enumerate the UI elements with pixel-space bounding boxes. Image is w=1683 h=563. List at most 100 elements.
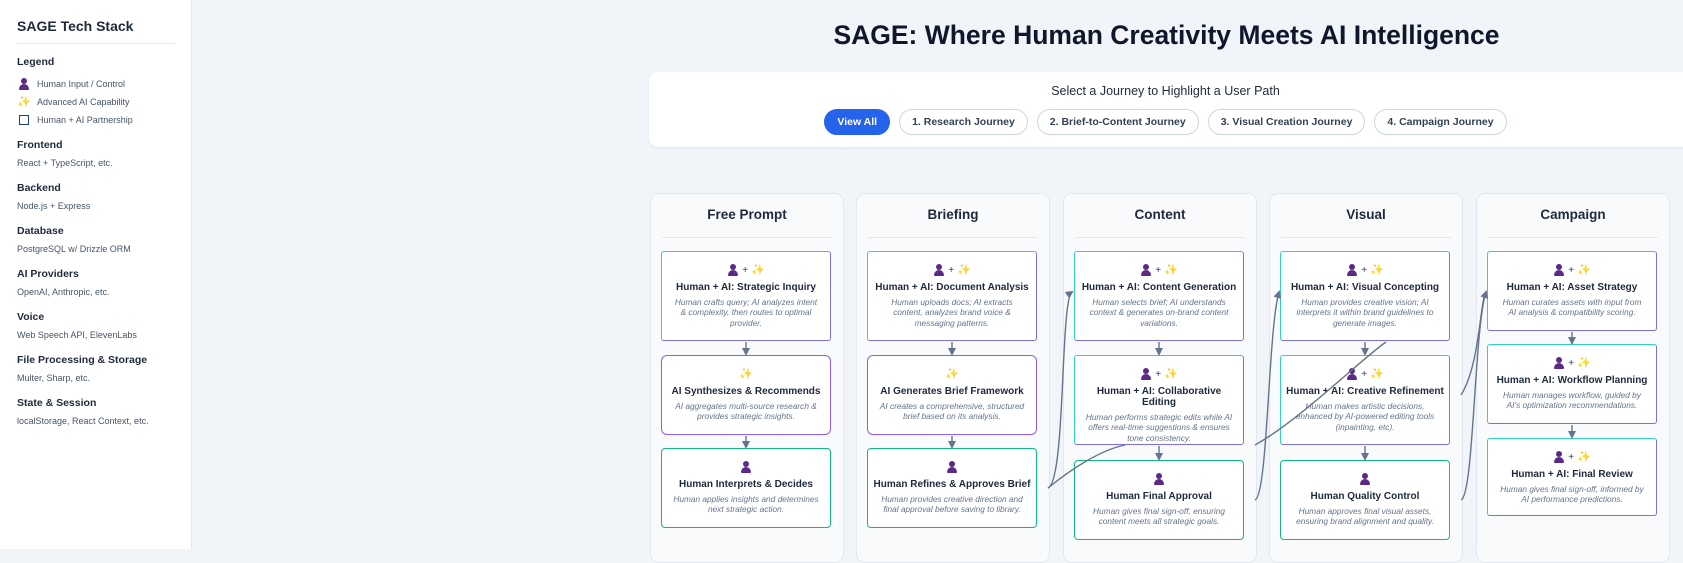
human-icon — [740, 461, 752, 473]
plus-icon: + — [1361, 264, 1368, 276]
human-icon — [727, 264, 739, 276]
section-value-file-processing: Multer, Sharp, etc. — [17, 373, 91, 383]
workflow-card[interactable]: Human Refines & Approves Brief Human prov… — [867, 448, 1037, 528]
sparkle-icon: ✨ — [1577, 356, 1591, 369]
card-description: AI aggregates multi-source research & pr… — [675, 401, 817, 422]
visual-creation-journey-button[interactable]: 3. Visual Creation Journey — [1207, 109, 1366, 135]
human-icon — [1346, 368, 1358, 380]
sparkle-icon: ✨ — [1370, 367, 1384, 380]
sidebar: SAGE Tech Stack Legend Human Input / Con… — [0, 0, 192, 549]
sparkle-icon: ✨ — [1370, 263, 1384, 276]
card-icons — [1281, 472, 1449, 486]
card-description: Human performs strategic edits while AI … — [1085, 412, 1233, 443]
legend-label: Advanced AI Capability — [37, 97, 130, 107]
workflow-card[interactable]: + ✨ Human + AI: Collaborative Editing Human… — [1074, 355, 1244, 445]
card-icons: + ✨ — [1488, 356, 1656, 370]
card-title: Human + AI: Content Generation — [1081, 282, 1237, 293]
column-divider — [1075, 237, 1245, 238]
section-value-database: PostgreSQL w/ Drizzle ORM — [17, 244, 131, 254]
card-description: Human gives final sign-off, ensuring con… — [1093, 506, 1225, 527]
workflow-card[interactable]: + ✨ Human + AI: Final Review Human gives fi… — [1487, 438, 1657, 516]
section-value-state-session: localStorage, React Context, etc. — [17, 416, 149, 426]
column-divider — [868, 237, 1038, 238]
card-title: Human + AI: Asset Strategy — [1506, 282, 1638, 293]
card-icons: + ✨ — [1075, 367, 1243, 381]
human-icon — [1346, 264, 1358, 276]
workflow-card[interactable]: Human Quality Control Human approves fina… — [1280, 460, 1450, 540]
page-title: SAGE: Where Human Creativity Meets AI In… — [833, 20, 1500, 50]
brief-to-content-journey-button[interactable]: 2. Brief-to-Content Journey — [1036, 109, 1199, 135]
column-title: Visual — [1346, 207, 1386, 222]
workflow-card[interactable]: + ✨ Human + AI: Creative Refinement Human m… — [1280, 355, 1450, 445]
journey-selector: Select a Journey to Highlight a User Pat… — [649, 72, 1683, 147]
card-icons: + ✨ — [1075, 263, 1243, 277]
partnership-box-icon — [19, 115, 29, 125]
human-icon — [933, 264, 945, 276]
section-value-backend: Node.js + Express — [17, 201, 91, 211]
column-title: Free Prompt — [707, 207, 787, 222]
card-description: Human makes artistic decisions, enhanced… — [1295, 401, 1435, 432]
human-icon — [1153, 473, 1165, 485]
workflow-card[interactable]: ✨ AI Generates Brief Framework AI creates … — [867, 355, 1037, 435]
sparkle-icon: ✨ — [739, 367, 753, 380]
card-icons: + ✨ — [1281, 367, 1449, 381]
sparkle-icon: ✨ — [1577, 263, 1591, 276]
card-title: Human + AI: Final Review — [1511, 469, 1633, 480]
human-icon — [1140, 368, 1152, 380]
card-title: Human Quality Control — [1310, 491, 1420, 502]
sparkle-icon: ✨ — [17, 95, 31, 108]
sparkle-icon: ✨ — [1164, 263, 1178, 276]
section-value-frontend: React + TypeScript, etc. — [17, 158, 113, 168]
human-icon — [1359, 473, 1371, 485]
plus-icon: + — [1568, 264, 1575, 276]
card-title: AI Synthesizes & Recommends — [671, 386, 821, 397]
column-divider — [662, 237, 832, 238]
workflow-card[interactable]: + ✨ Human + AI: Document Analysis Human upl… — [867, 251, 1037, 341]
card-description: Human curates assets with input from AI … — [1502, 297, 1642, 318]
sparkle-icon: ✨ — [1577, 450, 1591, 463]
journey-label: Select a Journey to Highlight a User Pat… — [1051, 84, 1280, 98]
card-icons: + ✨ — [1488, 450, 1656, 464]
human-icon — [946, 461, 958, 473]
column-divider — [1488, 237, 1658, 238]
workflow-card[interactable]: + ✨ Human + AI: Content Generation Human se… — [1074, 251, 1244, 341]
card-description: Human manages workflow, guided by AI's o… — [1503, 390, 1641, 411]
plus-icon: + — [1568, 451, 1575, 463]
card-title: Human + AI: Workflow Planning — [1496, 375, 1648, 386]
column-divider — [1281, 237, 1451, 238]
legend-item-ai: ✨ Advanced AI Capability — [17, 93, 175, 111]
card-icons: + ✨ — [1281, 263, 1449, 277]
card-description: Human crafts query; AI analyzes intent &… — [674, 297, 818, 328]
workflow-card[interactable]: + ✨ Human + AI: Workflow Planning Human man… — [1487, 344, 1657, 424]
card-description: Human approves final visual assets, ensu… — [1296, 506, 1434, 527]
card-icons — [1075, 472, 1243, 486]
workflow-card[interactable]: + ✨ Human + AI: Visual Concepting Human pro… — [1280, 251, 1450, 341]
card-title: Human + AI: Creative Refinement — [1286, 386, 1444, 397]
workflow-card[interactable]: Human Interprets & Decides Human applies … — [661, 448, 831, 528]
plus-icon: + — [1361, 368, 1368, 380]
column-title: Content — [1134, 207, 1186, 222]
workflow-card[interactable]: + ✨ Human + AI: Asset Strategy Human curate… — [1487, 251, 1657, 331]
card-description: Human applies insights and determines ne… — [673, 494, 819, 515]
section-heading-backend: Backend — [17, 182, 61, 194]
card-icons: ✨ — [662, 367, 830, 381]
card-description: Human gives final sign-off, informed by … — [1500, 484, 1644, 505]
section-heading-ai-providers: AI Providers — [17, 268, 79, 280]
sparkle-icon: ✨ — [751, 263, 765, 276]
workflow-card[interactable]: + ✨ Human + AI: Strategic Inquiry Human cra… — [661, 251, 831, 341]
section-value-ai-providers: OpenAI, Anthropic, etc. — [17, 287, 110, 297]
campaign-journey-button[interactable]: 4. Campaign Journey — [1374, 109, 1507, 135]
card-title: Human Final Approval — [1106, 491, 1212, 502]
workflow-card[interactable]: ✨ AI Synthesizes & Recommends AI aggregate… — [661, 355, 831, 435]
view-all-button[interactable]: View All — [824, 109, 891, 135]
legend-heading: Legend — [17, 56, 55, 68]
card-icons: + ✨ — [1488, 263, 1656, 277]
card-title: Human Interprets & Decides — [679, 479, 813, 490]
section-value-voice: Web Speech API, ElevenLabs — [17, 330, 137, 340]
card-icons: + ✨ — [662, 263, 830, 277]
research-journey-button[interactable]: 1. Research Journey — [899, 109, 1028, 135]
card-description: AI creates a comprehensive, structured b… — [879, 401, 1025, 422]
human-icon — [1553, 357, 1565, 369]
card-icons: + ✨ — [868, 263, 1036, 277]
workflow-card[interactable]: Human Final Approval Human gives final si… — [1074, 460, 1244, 540]
